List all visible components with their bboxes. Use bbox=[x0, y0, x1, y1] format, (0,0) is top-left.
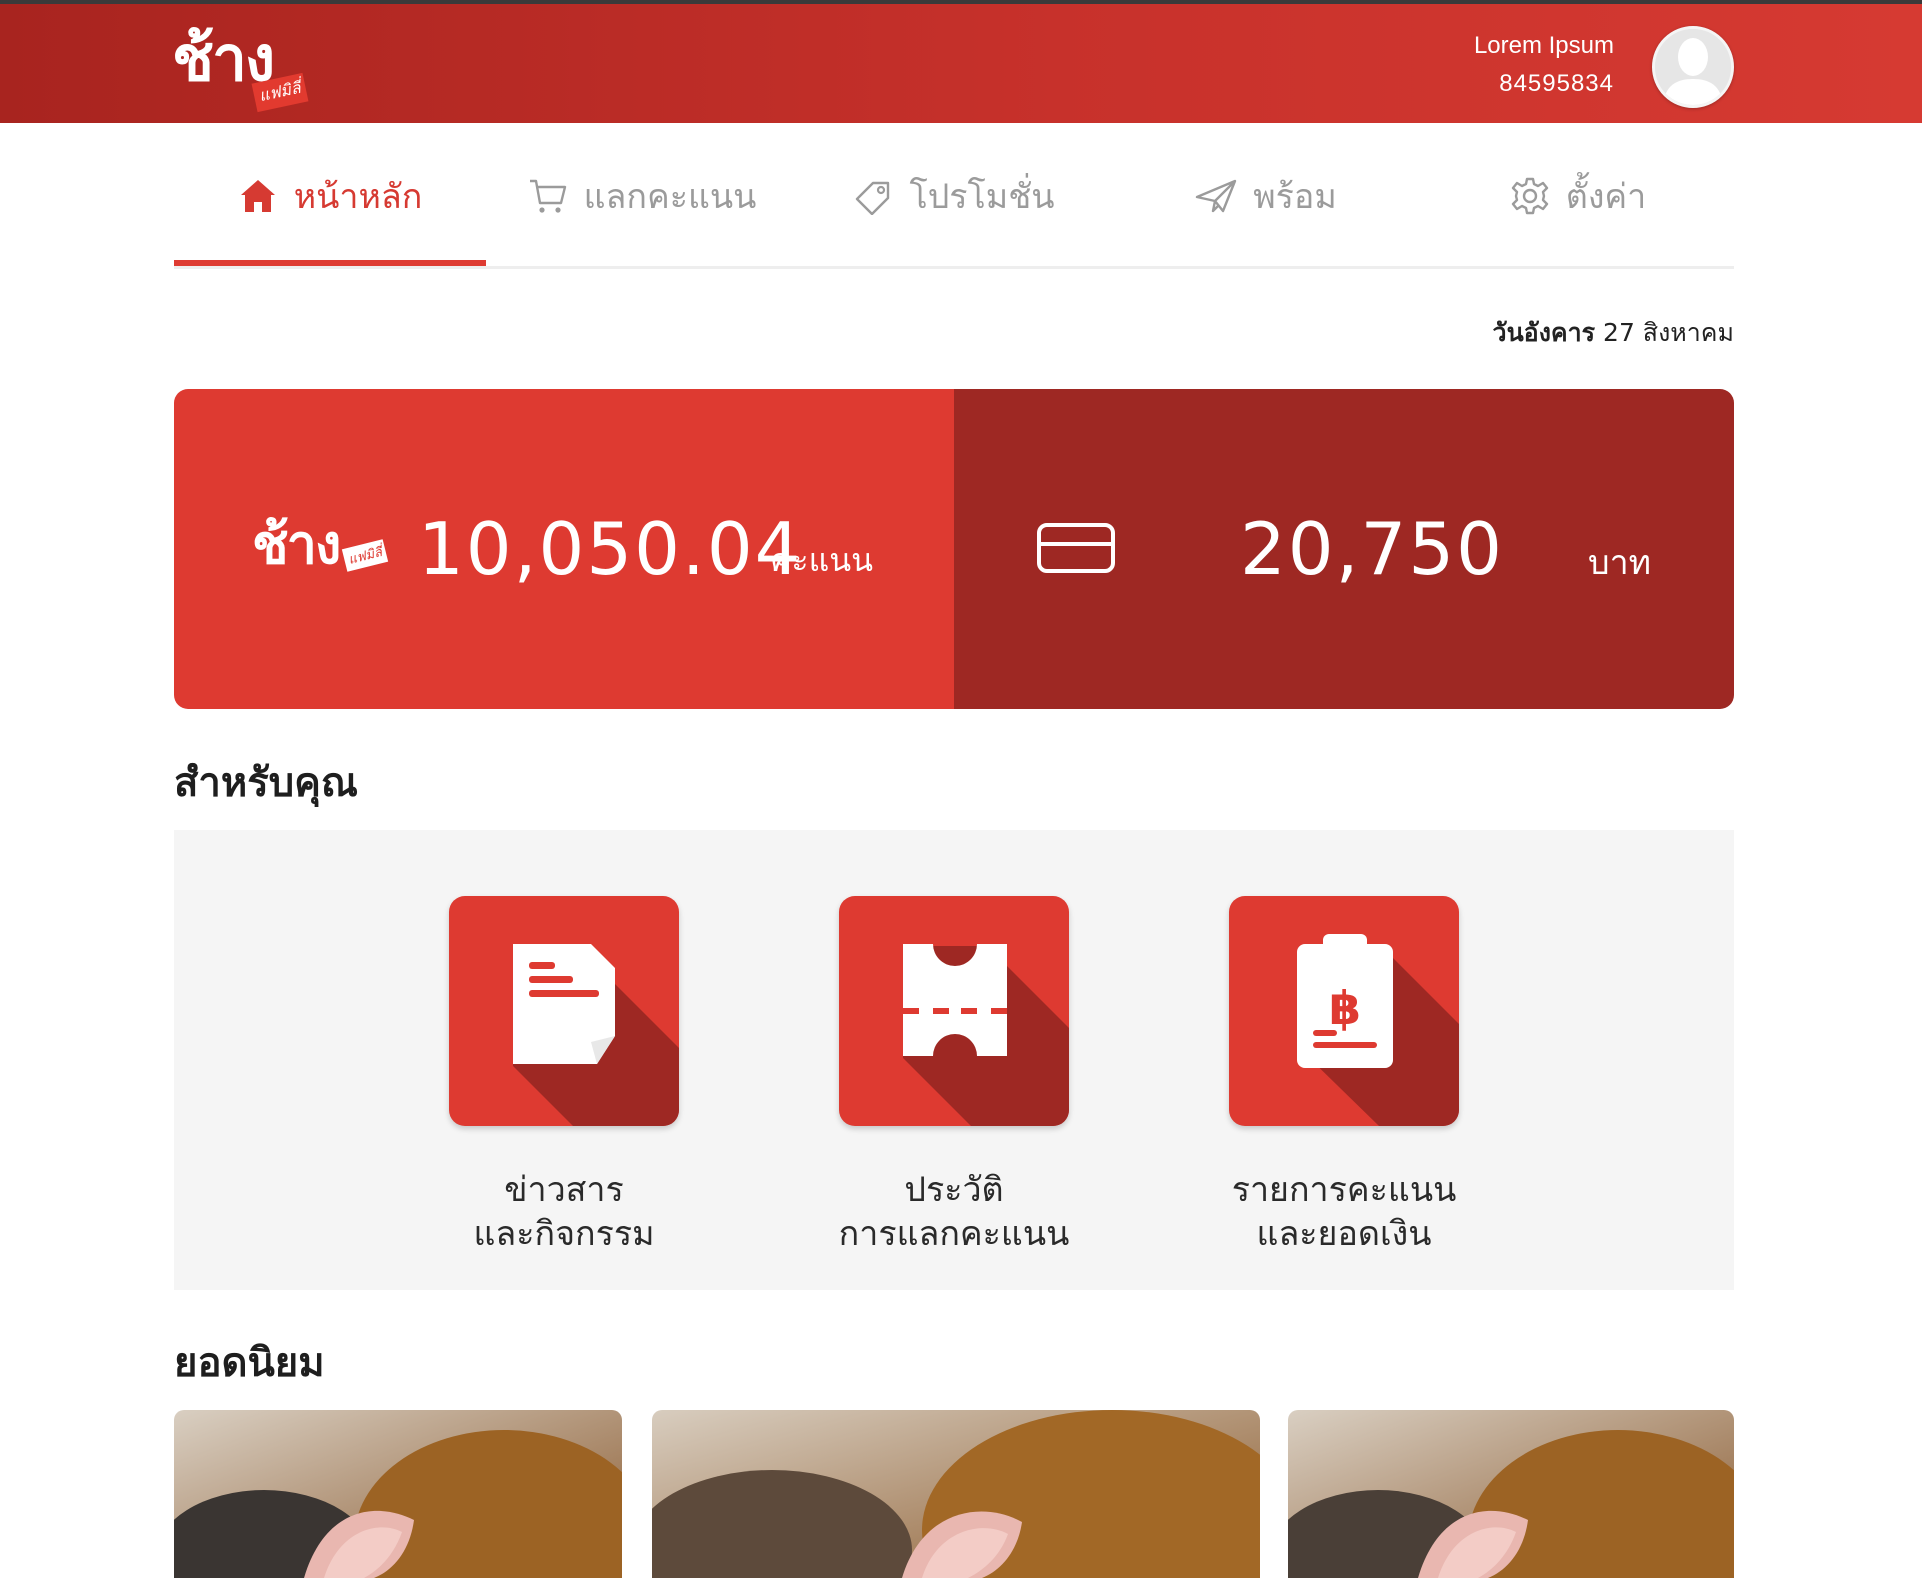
news-document-icon bbox=[513, 944, 679, 1126]
logo-text: ช้าง bbox=[172, 22, 275, 95]
points-unit: คะแนน bbox=[770, 541, 873, 579]
popular-card[interactable] bbox=[1288, 1410, 1734, 1578]
feature-tile: ฿ bbox=[1229, 896, 1459, 1126]
feature-label: ข่าวสาร และกิจกรรม bbox=[434, 1168, 694, 1256]
feature-tile bbox=[449, 896, 679, 1126]
feature-label: รายการคะแนน และยอดเงิน bbox=[1214, 1168, 1474, 1256]
user-silhouette-icon bbox=[1655, 29, 1731, 105]
avatar[interactable] bbox=[1652, 26, 1734, 108]
feature-points-statement[interactable]: ฿ รายการคะแนน และยอดเงิน bbox=[1214, 896, 1474, 1256]
feature-label-line1: ข่าวสาร bbox=[504, 1170, 624, 1210]
tag-icon bbox=[856, 181, 890, 215]
tab-home[interactable]: หน้าหลัก bbox=[174, 123, 486, 269]
points-balance[interactable]: ช้าง แฟมิลี่ 10,050.04 คะแนน bbox=[174, 389, 954, 709]
pet-photo-image bbox=[174, 1410, 622, 1578]
balance-card[interactable]: ช้าง แฟมิลี่ 10,050.04 คะแนน 20,750 บาท bbox=[174, 389, 1734, 709]
tabs-divider bbox=[174, 266, 1734, 269]
money-balance[interactable]: 20,750 บาท bbox=[954, 389, 1734, 709]
tab-label: หน้าหลัก bbox=[293, 177, 423, 217]
points-logo-subtext: แฟมิลี่ bbox=[341, 539, 389, 572]
popular-card[interactable] bbox=[174, 1410, 622, 1578]
cart-icon bbox=[529, 179, 566, 213]
popular-title: ยอดนิยม bbox=[174, 1340, 325, 1386]
pet-photo-image bbox=[652, 1410, 1260, 1578]
chang-family-logo[interactable]: ช้าง แฟมิลี่ bbox=[172, 28, 312, 122]
points-value: 10,050.04 bbox=[418, 507, 803, 591]
tab-redeem-points[interactable]: แลกคะแนน bbox=[486, 123, 798, 269]
credit-card-icon bbox=[1037, 523, 1115, 573]
baht-clipboard-icon: ฿ bbox=[1297, 934, 1459, 1126]
user-member-id: 84595834 bbox=[1499, 70, 1614, 97]
feature-label: ประวัติ การแลกคะแนน bbox=[824, 1168, 1084, 1256]
feature-label-line2: การแลกคะแนน bbox=[838, 1214, 1070, 1254]
for-you-panel: ข่าวสาร และกิจกรรม ประวัติ การแลกคะแนน ฿… bbox=[174, 830, 1734, 1290]
popular-carousel bbox=[174, 1410, 1734, 1578]
svg-text:฿: ฿ bbox=[1329, 981, 1361, 1035]
date-weekday: วันอังคาร bbox=[1492, 318, 1596, 347]
tab-label: โปรโมชั่น bbox=[909, 177, 1055, 217]
popular-card[interactable] bbox=[652, 1410, 1260, 1578]
main-tabs: หน้าหลัก แลกคะแนน โปรโมชั่น พร้อม ตั้งค่… bbox=[174, 123, 1734, 269]
tab-label: แลกคะแนน bbox=[583, 177, 757, 217]
tab-label: ตั้งค่า bbox=[1565, 177, 1647, 217]
points-logo-text: ช้าง bbox=[252, 513, 341, 576]
current-date: วันอังคาร 27 สิงหาคม bbox=[1493, 313, 1734, 353]
feature-label-line2: และกิจกรรม bbox=[473, 1214, 655, 1254]
money-value: 20,750 bbox=[1240, 507, 1504, 591]
gear-icon bbox=[1511, 177, 1548, 215]
date-day-month: 27 สิงหาคม bbox=[1603, 318, 1734, 347]
tab-label: พร้อม bbox=[1253, 177, 1337, 217]
feature-tile bbox=[839, 896, 1069, 1126]
feature-label-line2: และยอดเงิน bbox=[1256, 1214, 1432, 1254]
for-you-title: สำหรับคุณ bbox=[174, 760, 358, 806]
tab-prompt[interactable]: พร้อม bbox=[1110, 123, 1422, 269]
tab-settings[interactable]: ตั้งค่า bbox=[1422, 123, 1734, 269]
home-icon bbox=[240, 180, 275, 212]
ticket-icon bbox=[903, 944, 1069, 1126]
user-name: Lorem Ipsum bbox=[1473, 32, 1614, 59]
paper-plane-icon bbox=[1196, 179, 1237, 213]
feature-label-line1: รายการคะแนน bbox=[1231, 1170, 1457, 1210]
feature-news-activities[interactable]: ข่าวสาร และกิจกรรม bbox=[434, 896, 694, 1256]
pet-photo-image bbox=[1288, 1410, 1734, 1578]
money-unit: บาท bbox=[1588, 543, 1652, 583]
app-header: ช้าง แฟมิลี่ Lorem Ipsum 84595834 bbox=[0, 4, 1922, 123]
tab-promotions[interactable]: โปรโมชั่น bbox=[798, 123, 1110, 269]
user-info[interactable]: Lorem Ipsum 84595834 bbox=[1474, 28, 1614, 104]
feature-label-line1: ประวัติ bbox=[904, 1170, 1004, 1210]
feature-redeem-history[interactable]: ประวัติ การแลกคะแนน bbox=[824, 896, 1084, 1256]
